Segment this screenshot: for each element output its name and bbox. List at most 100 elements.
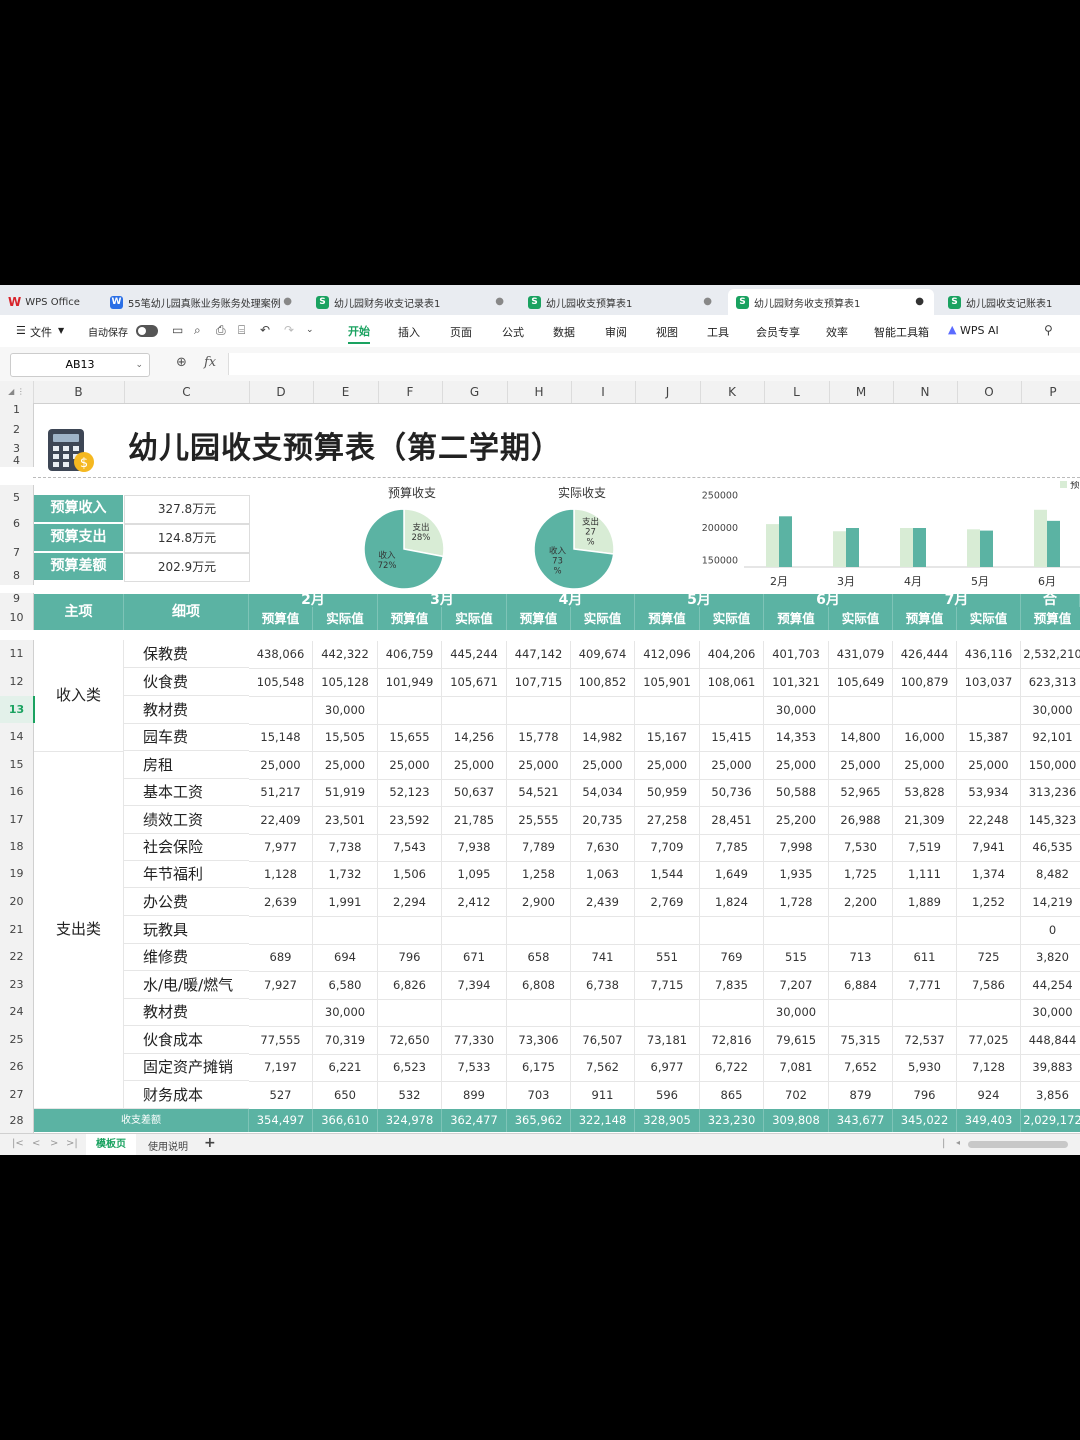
table-cell[interactable]: 26,988 <box>829 807 893 835</box>
table-cell[interactable]: 447,142 <box>507 641 571 669</box>
column-header[interactable]: B <box>33 381 125 403</box>
table-cell[interactable]: 3,856 <box>1021 1082 1080 1110</box>
table-cell[interactable]: 25,000 <box>507 752 571 780</box>
footer-cell[interactable]: 328,905 <box>635 1109 700 1132</box>
table-cell[interactable]: 689 <box>249 944 313 972</box>
footer-cell[interactable]: 324,978 <box>378 1109 442 1132</box>
footer-cell[interactable]: 362,477 <box>442 1109 507 1132</box>
table-cell[interactable] <box>635 917 700 945</box>
table-cell[interactable]: 14,982 <box>571 724 635 752</box>
row-header[interactable]: 28 <box>0 1108 34 1133</box>
table-cell[interactable]: 1,824 <box>700 889 764 917</box>
table-cell[interactable]: 76,507 <box>571 1027 635 1055</box>
table-cell[interactable]: 15,655 <box>378 724 442 752</box>
bar[interactable] <box>913 528 926 567</box>
table-cell[interactable]: 101,321 <box>764 669 829 697</box>
table-cell[interactable]: 92,101 <box>1021 724 1080 752</box>
table-cell[interactable]: 313,236 <box>1021 779 1080 807</box>
row-header[interactable]: 10 <box>0 605 34 630</box>
tab-spreadsheet[interactable]: S 幼儿园收支预算表1 ● <box>520 289 722 315</box>
table-cell[interactable]: 6,175 <box>507 1054 571 1082</box>
table-cell[interactable]: 6,826 <box>378 972 442 1000</box>
row-header[interactable]: 2 <box>0 416 34 443</box>
table-cell[interactable] <box>700 999 764 1027</box>
table-cell[interactable]: 15,778 <box>507 724 571 752</box>
footer-cell[interactable]: 322,148 <box>571 1109 635 1132</box>
table-cell[interactable] <box>378 999 442 1027</box>
table-cell[interactable]: 2,532,210 <box>1021 641 1080 669</box>
table-cell[interactable]: 15,148 <box>249 724 313 752</box>
table-cell[interactable]: 27,258 <box>635 807 700 835</box>
table-cell[interactable]: 75,315 <box>829 1027 893 1055</box>
table-cell[interactable]: 25,200 <box>764 807 829 835</box>
table-cell[interactable] <box>764 917 829 945</box>
table-cell[interactable] <box>635 697 700 725</box>
footer-cell[interactable]: 345,022 <box>893 1109 957 1132</box>
redo-icon[interactable]: ↷ <box>284 323 294 337</box>
formula-input[interactable] <box>228 353 1080 375</box>
table-cell[interactable]: 1,991 <box>313 889 378 917</box>
column-header[interactable]: N <box>893 381 958 403</box>
table-cell[interactable]: 50,736 <box>700 779 764 807</box>
table-cell[interactable] <box>700 917 764 945</box>
table-cell[interactable]: 879 <box>829 1082 893 1110</box>
table-cell[interactable]: 22,409 <box>249 807 313 835</box>
table-cell[interactable]: 23,592 <box>378 807 442 835</box>
table-cell[interactable]: 436,116 <box>957 641 1021 669</box>
chevron-down-icon[interactable]: ▼ <box>58 326 64 335</box>
table-cell[interactable]: 694 <box>313 944 378 972</box>
table-cell[interactable]: 25,555 <box>507 807 571 835</box>
table-cell[interactable]: 1,506 <box>378 861 442 889</box>
table-cell[interactable]: 1,252 <box>957 889 1021 917</box>
table-cell[interactable]: 6,523 <box>378 1054 442 1082</box>
table-cell[interactable]: 6,808 <box>507 972 571 1000</box>
pie-chart-actual[interactable]: 支出 27 %收入 73% <box>528 503 620 595</box>
table-cell[interactable]: 25,000 <box>893 752 957 780</box>
table-cell[interactable]: 73,181 <box>635 1027 700 1055</box>
table-cell[interactable]: 105,128 <box>313 669 378 697</box>
table-cell[interactable]: 7,519 <box>893 834 957 862</box>
table-cell[interactable]: 1,095 <box>442 861 507 889</box>
next-sheet-icon[interactable]: > <box>50 1138 58 1149</box>
table-cell[interactable]: 30,000 <box>764 697 829 725</box>
table-cell[interactable]: 105,649 <box>829 669 893 697</box>
table-cell[interactable]: 3,820 <box>1021 944 1080 972</box>
table-cell[interactable]: 15,167 <box>635 724 700 752</box>
table-cell[interactable]: 7,197 <box>249 1054 313 1082</box>
table-cell[interactable]: 6,580 <box>313 972 378 1000</box>
table-cell[interactable]: 442,322 <box>313 641 378 669</box>
table-cell[interactable] <box>957 697 1021 725</box>
table-cell[interactable]: 911 <box>571 1082 635 1110</box>
table-cell[interactable]: 596 <box>635 1082 700 1110</box>
table-cell[interactable]: 448,844 <box>1021 1027 1080 1055</box>
table-cell[interactable]: 796 <box>378 944 442 972</box>
column-header[interactable]: F <box>378 381 443 403</box>
table-cell[interactable]: 52,123 <box>378 779 442 807</box>
table-cell[interactable]: 7,630 <box>571 834 635 862</box>
add-sheet-button[interactable]: + <box>204 1135 216 1151</box>
bar[interactable] <box>1034 509 1047 567</box>
table-cell[interactable]: 7,128 <box>957 1054 1021 1082</box>
footer-cell[interactable]: 365,962 <box>507 1109 571 1132</box>
table-cell[interactable]: 25,000 <box>829 752 893 780</box>
table-cell[interactable]: 72,816 <box>700 1027 764 1055</box>
table-cell[interactable]: 658 <box>507 944 571 972</box>
table-cell[interactable]: 532 <box>378 1082 442 1110</box>
table-cell[interactable] <box>893 697 957 725</box>
menu-item[interactable]: 工具 <box>707 324 729 340</box>
table-cell[interactable]: 54,521 <box>507 779 571 807</box>
table-cell[interactable]: 30,000 <box>1021 999 1080 1027</box>
table-cell[interactable] <box>507 999 571 1027</box>
menu-item[interactable]: 会员专享 <box>756 324 800 340</box>
table-cell[interactable]: 1,111 <box>893 861 957 889</box>
table-cell[interactable]: 21,785 <box>442 807 507 835</box>
bar[interactable] <box>1047 520 1060 567</box>
table-cell[interactable] <box>313 917 378 945</box>
table-cell[interactable]: 103,037 <box>957 669 1021 697</box>
table-cell[interactable]: 30,000 <box>1021 697 1080 725</box>
table-cell[interactable]: 1,649 <box>700 861 764 889</box>
table-cell[interactable]: 7,789 <box>507 834 571 862</box>
table-cell[interactable]: 16,000 <box>893 724 957 752</box>
table-cell[interactable]: 54,034 <box>571 779 635 807</box>
row-header[interactable]: 7 <box>0 538 34 567</box>
